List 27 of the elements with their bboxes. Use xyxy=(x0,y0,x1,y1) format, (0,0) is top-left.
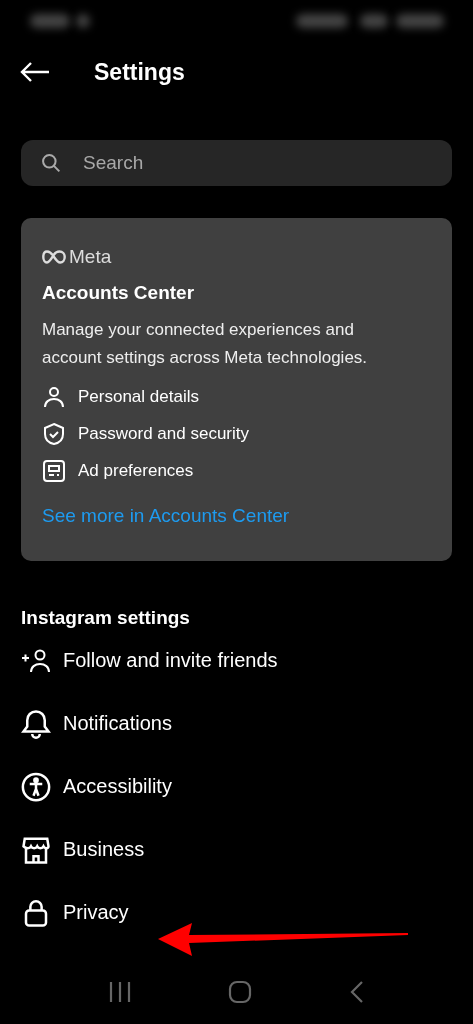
page-title: Settings xyxy=(94,58,185,86)
account-option[interactable]: Personal details xyxy=(42,378,431,415)
settings-item[interactable]: Notifications xyxy=(0,692,473,755)
settings-item[interactable]: Business xyxy=(0,818,473,881)
section-heading: Instagram settings xyxy=(21,607,191,629)
brand-name: Meta xyxy=(69,246,112,268)
shield-check-icon xyxy=(42,421,66,446)
search-field[interactable]: Search xyxy=(81,151,432,175)
back-icon[interactable] xyxy=(348,980,365,1004)
card-title: Accounts Center xyxy=(42,282,196,304)
home-icon[interactable] xyxy=(228,980,253,1004)
recent-apps-icon[interactable] xyxy=(108,981,133,1003)
accessibility-icon xyxy=(21,771,51,802)
settings-item[interactable]: Accessibility xyxy=(0,755,473,818)
account-option[interactable]: Ad preferences xyxy=(42,452,431,489)
ad-icon xyxy=(42,458,66,483)
search-icon xyxy=(41,153,61,173)
back-arrow-icon xyxy=(20,62,50,82)
account-option[interactable]: Password and security xyxy=(42,415,431,452)
settings-item[interactable]: Privacy xyxy=(0,881,473,944)
back-button[interactable] xyxy=(20,62,50,82)
bell-icon xyxy=(21,708,51,739)
card-description: Manage your connected experiences and account settings across Meta technologies. xyxy=(42,319,369,369)
settings-item[interactable]: Follow and invite friends xyxy=(0,629,473,692)
infinity-logo-icon xyxy=(42,250,66,264)
person-icon xyxy=(42,384,66,409)
search-bar[interactable]: Search xyxy=(21,140,452,186)
